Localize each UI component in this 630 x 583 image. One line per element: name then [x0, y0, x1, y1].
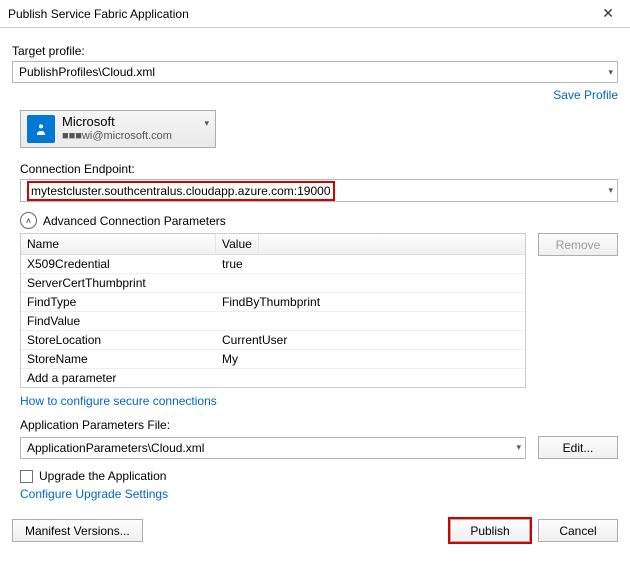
table-header: Name Value — [21, 234, 525, 255]
dialog-content: Target profile: PublishProfiles\Cloud.xm… — [0, 28, 630, 558]
advanced-params-toggle[interactable]: ˄ Advanced Connection Parameters — [20, 212, 618, 229]
chevron-down-icon: ▾ — [516, 442, 521, 453]
target-profile-value: PublishProfiles\Cloud.xml — [19, 65, 155, 79]
account-text: Microsoft ■■■wi@microsoft.com — [62, 115, 197, 143]
account-selector[interactable]: Microsoft ■■■wi@microsoft.com ▾ — [20, 110, 216, 148]
chevron-down-icon: ▾ — [608, 185, 613, 196]
publish-button[interactable]: Publish — [450, 519, 530, 542]
table-row[interactable]: ServerCertThumbprint — [21, 274, 525, 293]
connection-endpoint-combo[interactable]: mytestcluster.southcentralus.cloudapp.az… — [20, 179, 618, 202]
account-name: Microsoft — [62, 115, 197, 129]
window-title: Publish Service Fabric Application — [8, 7, 594, 21]
chevron-down-icon: ▾ — [608, 67, 613, 78]
table-row[interactable]: X509Credential true — [21, 255, 525, 274]
table-row[interactable]: StoreName My — [21, 350, 525, 369]
target-profile-dropdown[interactable]: PublishProfiles\Cloud.xml ▾ — [12, 61, 618, 83]
configure-upgrade-link[interactable]: Configure Upgrade Settings — [20, 487, 168, 501]
account-email: ■■■wi@microsoft.com — [62, 129, 197, 143]
cancel-button[interactable]: Cancel — [538, 519, 618, 542]
endpoint-label: Connection Endpoint: — [20, 162, 618, 176]
table-row[interactable]: FindValue — [21, 312, 525, 331]
endpoint-value: mytestcluster.southcentralus.cloudapp.az… — [31, 184, 331, 198]
upgrade-checkbox[interactable] — [20, 470, 33, 483]
table-row[interactable]: FindType FindByThumbprint — [21, 293, 525, 312]
title-bar: Publish Service Fabric Application ✕ — [0, 0, 630, 28]
col-value: Value — [216, 234, 259, 254]
edit-button[interactable]: Edit... — [538, 436, 618, 459]
remove-button[interactable]: Remove — [538, 233, 618, 256]
advanced-params-title: Advanced Connection Parameters — [43, 214, 226, 228]
target-profile-label: Target profile: — [12, 44, 618, 58]
manifest-versions-button[interactable]: Manifest Versions... — [12, 519, 143, 542]
app-params-value: ApplicationParameters\Cloud.xml — [27, 441, 204, 455]
save-profile-link[interactable]: Save Profile — [553, 88, 618, 102]
chevron-up-icon: ˄ — [20, 212, 37, 229]
badge-icon — [27, 115, 55, 143]
chevron-down-icon: ▾ — [204, 118, 209, 129]
col-name: Name — [21, 234, 216, 254]
table-row[interactable]: Add a parameter — [21, 369, 525, 387]
upgrade-label: Upgrade the Application — [39, 469, 166, 483]
app-params-dropdown[interactable]: ApplicationParameters\Cloud.xml ▾ — [20, 437, 526, 459]
close-icon[interactable]: ✕ — [594, 5, 622, 22]
app-params-label: Application Parameters File: — [20, 418, 618, 432]
table-row[interactable]: StoreLocation CurrentUser — [21, 331, 525, 350]
advanced-params-table[interactable]: Name Value X509Credential true ServerCer… — [20, 233, 526, 388]
secure-connections-link[interactable]: How to configure secure connections — [20, 394, 217, 408]
